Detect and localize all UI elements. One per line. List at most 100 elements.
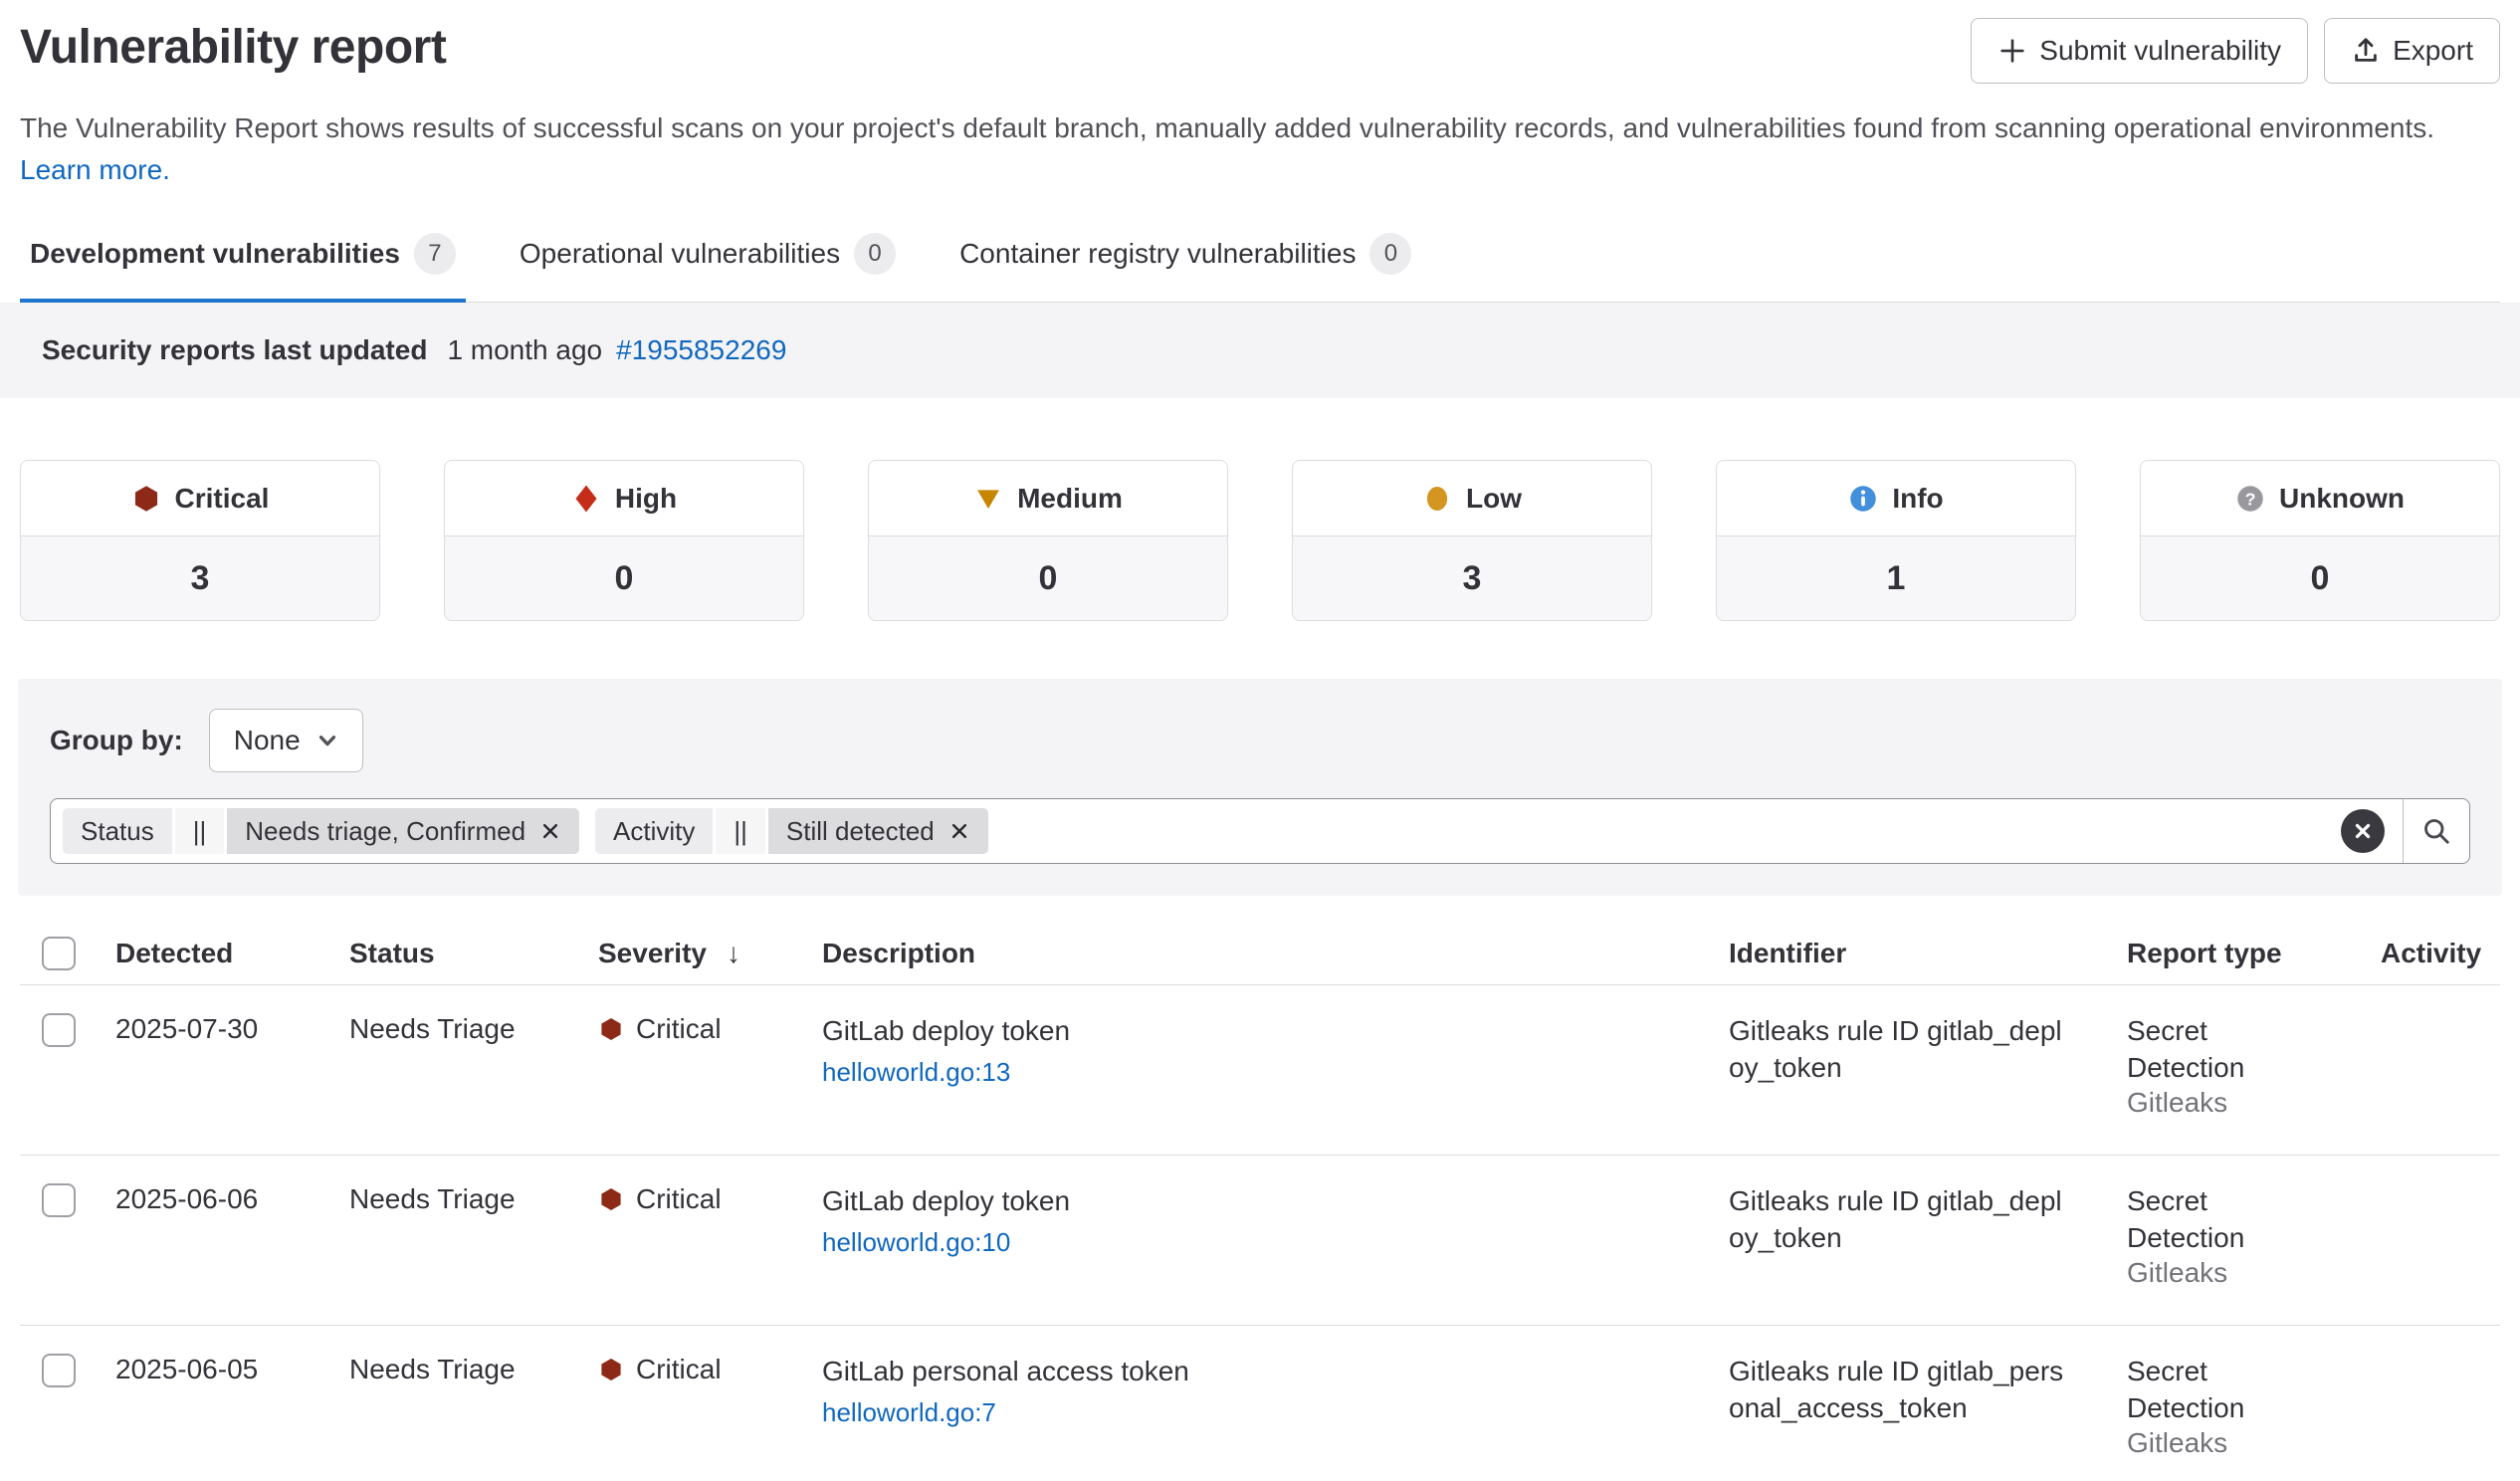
severity-label: Critical bbox=[636, 1354, 722, 1385]
severity-cell: Critical bbox=[598, 1354, 822, 1385]
clear-filters-button[interactable] bbox=[2341, 809, 2385, 853]
token-operator[interactable]: || bbox=[175, 808, 225, 854]
filter-token-status: Status || Needs triage, Confirmed bbox=[63, 808, 579, 854]
page-header: Vulnerability report Submit vulnerabilit… bbox=[20, 16, 2500, 84]
pipeline-link[interactable]: #1955852269 bbox=[616, 334, 786, 366]
search-button[interactable] bbox=[2404, 799, 2469, 863]
severity-card-label: Medium bbox=[1017, 483, 1123, 515]
remove-token-icon[interactable] bbox=[539, 820, 561, 842]
submit-vulnerability-button[interactable]: Submit vulnerability bbox=[1971, 18, 2308, 84]
table-row: 2025-06-06 Needs Triage Critical GitLab … bbox=[20, 1156, 2500, 1326]
learn-more-link[interactable]: Learn more. bbox=[20, 154, 170, 185]
tab-operational-vulnerabilities[interactable]: Operational vulnerabilities 0 bbox=[510, 233, 906, 303]
token-operator[interactable]: || bbox=[716, 808, 765, 854]
header-severity[interactable]: Severity ↓ bbox=[598, 938, 822, 969]
detected-cell: 2025-07-30 bbox=[115, 1013, 349, 1045]
location-link[interactable]: helloworld.go:10 bbox=[822, 1227, 1010, 1258]
detected-cell: 2025-06-05 bbox=[115, 1354, 349, 1385]
header-report-type[interactable]: Report type bbox=[2127, 938, 2381, 969]
page-title: Vulnerability report bbox=[20, 16, 446, 75]
header-description[interactable]: Description bbox=[822, 938, 1729, 969]
group-by-value: None bbox=[234, 725, 301, 756]
vulnerability-table: Detected Status Severity ↓ Description I… bbox=[20, 922, 2500, 1481]
severity-card-label: Critical bbox=[175, 483, 270, 515]
tab-bar: Development vulnerabilities 7 Operationa… bbox=[20, 233, 2500, 303]
identifier-cell: Gitleaks rule ID gitlab_personal_access_… bbox=[1729, 1354, 2127, 1427]
header-detected[interactable]: Detected bbox=[115, 938, 349, 969]
severity-card-count: 0 bbox=[445, 536, 803, 620]
export-label: Export bbox=[2393, 35, 2473, 67]
filtered-search-bar[interactable]: Status || Needs triage, Confirmed Activi… bbox=[50, 798, 2470, 864]
token-value[interactable]: Still detected bbox=[768, 808, 988, 854]
identifier-cell: Gitleaks rule ID gitlab_deploy_token bbox=[1729, 1013, 2127, 1087]
severity-card-count: 0 bbox=[869, 536, 1227, 620]
severity-cell: Critical bbox=[598, 1183, 822, 1215]
severity-cell: Critical bbox=[598, 1013, 822, 1045]
token-value[interactable]: Needs triage, Confirmed bbox=[227, 808, 579, 854]
severity-card-count: 3 bbox=[21, 536, 379, 620]
header-identifier[interactable]: Identifier bbox=[1729, 938, 2127, 969]
report-type-cell: Secret Detection Gitleaks bbox=[2127, 1354, 2381, 1459]
severity-card-critical[interactable]: Critical 3 bbox=[20, 460, 380, 621]
header-activity[interactable]: Activity bbox=[2381, 938, 2500, 969]
scanner-name: Gitleaks bbox=[2127, 1427, 2365, 1459]
vulnerability-title[interactable]: GitLab deploy token bbox=[822, 1013, 1713, 1049]
severity-high-icon bbox=[571, 484, 601, 514]
tab-label: Development vulnerabilities bbox=[30, 238, 400, 270]
remove-token-icon[interactable] bbox=[948, 820, 970, 842]
description-cell: GitLab deploy token helloworld.go:13 bbox=[822, 1013, 1729, 1088]
tab-count-badge: 7 bbox=[414, 233, 456, 275]
location-link[interactable]: helloworld.go:7 bbox=[822, 1397, 996, 1428]
identifier-cell: Gitleaks rule ID gitlab_deploy_token bbox=[1729, 1183, 2127, 1257]
token-name[interactable]: Status bbox=[63, 808, 172, 854]
severity-card-info[interactable]: Info 1 bbox=[1716, 460, 2076, 621]
header-status[interactable]: Status bbox=[349, 938, 598, 969]
severity-card-label: High bbox=[615, 483, 677, 515]
row-checkbox[interactable] bbox=[42, 1354, 76, 1387]
chevron-down-icon bbox=[316, 730, 338, 751]
vulnerability-title[interactable]: GitLab personal access token bbox=[822, 1354, 1713, 1389]
table-header-row: Detected Status Severity ↓ Description I… bbox=[20, 922, 2500, 985]
severity-card-label: Unknown bbox=[2279, 483, 2405, 515]
header-actions: Submit vulnerability Export bbox=[1971, 16, 2500, 84]
report-type: Secret Detection bbox=[2127, 1354, 2276, 1427]
report-type: Secret Detection bbox=[2127, 1013, 2276, 1087]
tab-container-registry-vulnerabilities[interactable]: Container registry vulnerabilities 0 bbox=[949, 233, 1421, 303]
severity-critical-icon bbox=[598, 1186, 624, 1212]
last-updated-bar: Security reports last updated 1 month ag… bbox=[0, 303, 2520, 398]
group-by-label: Group by: bbox=[50, 725, 183, 756]
select-all-checkbox[interactable] bbox=[42, 937, 76, 970]
export-button[interactable]: Export bbox=[2324, 18, 2500, 84]
group-by-dropdown[interactable]: None bbox=[209, 709, 363, 772]
status-cell: Needs Triage bbox=[349, 1183, 598, 1215]
location-link[interactable]: helloworld.go:13 bbox=[822, 1057, 1010, 1088]
severity-card-medium[interactable]: Medium 0 bbox=[868, 460, 1228, 621]
tab-count-badge: 0 bbox=[1369, 233, 1411, 275]
header-severity-label: Severity bbox=[598, 938, 707, 969]
severity-card-label: Low bbox=[1466, 483, 1522, 515]
severity-critical-icon bbox=[598, 1357, 624, 1382]
tab-development-vulnerabilities[interactable]: Development vulnerabilities 7 bbox=[20, 233, 466, 303]
token-name[interactable]: Activity bbox=[595, 808, 713, 854]
severity-card-header: Critical bbox=[21, 461, 379, 536]
search-icon bbox=[2421, 816, 2451, 846]
svg-text:?: ? bbox=[2245, 489, 2256, 509]
severity-card-count: 0 bbox=[2141, 536, 2499, 620]
report-type-cell: Secret Detection Gitleaks bbox=[2127, 1183, 2381, 1289]
submit-vulnerability-label: Submit vulnerability bbox=[2039, 35, 2281, 67]
row-checkbox[interactable] bbox=[42, 1183, 76, 1217]
vulnerability-title[interactable]: GitLab deploy token bbox=[822, 1183, 1713, 1219]
tab-count-badge: 0 bbox=[854, 233, 896, 275]
scanner-name: Gitleaks bbox=[2127, 1257, 2365, 1289]
tab-label: Container registry vulnerabilities bbox=[959, 238, 1356, 270]
severity-card-high[interactable]: High 0 bbox=[444, 460, 804, 621]
severity-card-header: Low bbox=[1293, 461, 1651, 536]
row-checkbox[interactable] bbox=[42, 1013, 76, 1047]
severity-summary: Critical 3 High 0 Medium 0 Low 3 bbox=[20, 460, 2500, 621]
sort-descending-icon[interactable]: ↓ bbox=[727, 938, 740, 969]
severity-card-unknown[interactable]: ? Unknown 0 bbox=[2140, 460, 2500, 621]
clear-icon bbox=[2352, 820, 2374, 842]
report-type: Secret Detection bbox=[2127, 1183, 2276, 1257]
severity-card-low[interactable]: Low 3 bbox=[1292, 460, 1652, 621]
last-updated-time: 1 month ago bbox=[447, 334, 602, 366]
